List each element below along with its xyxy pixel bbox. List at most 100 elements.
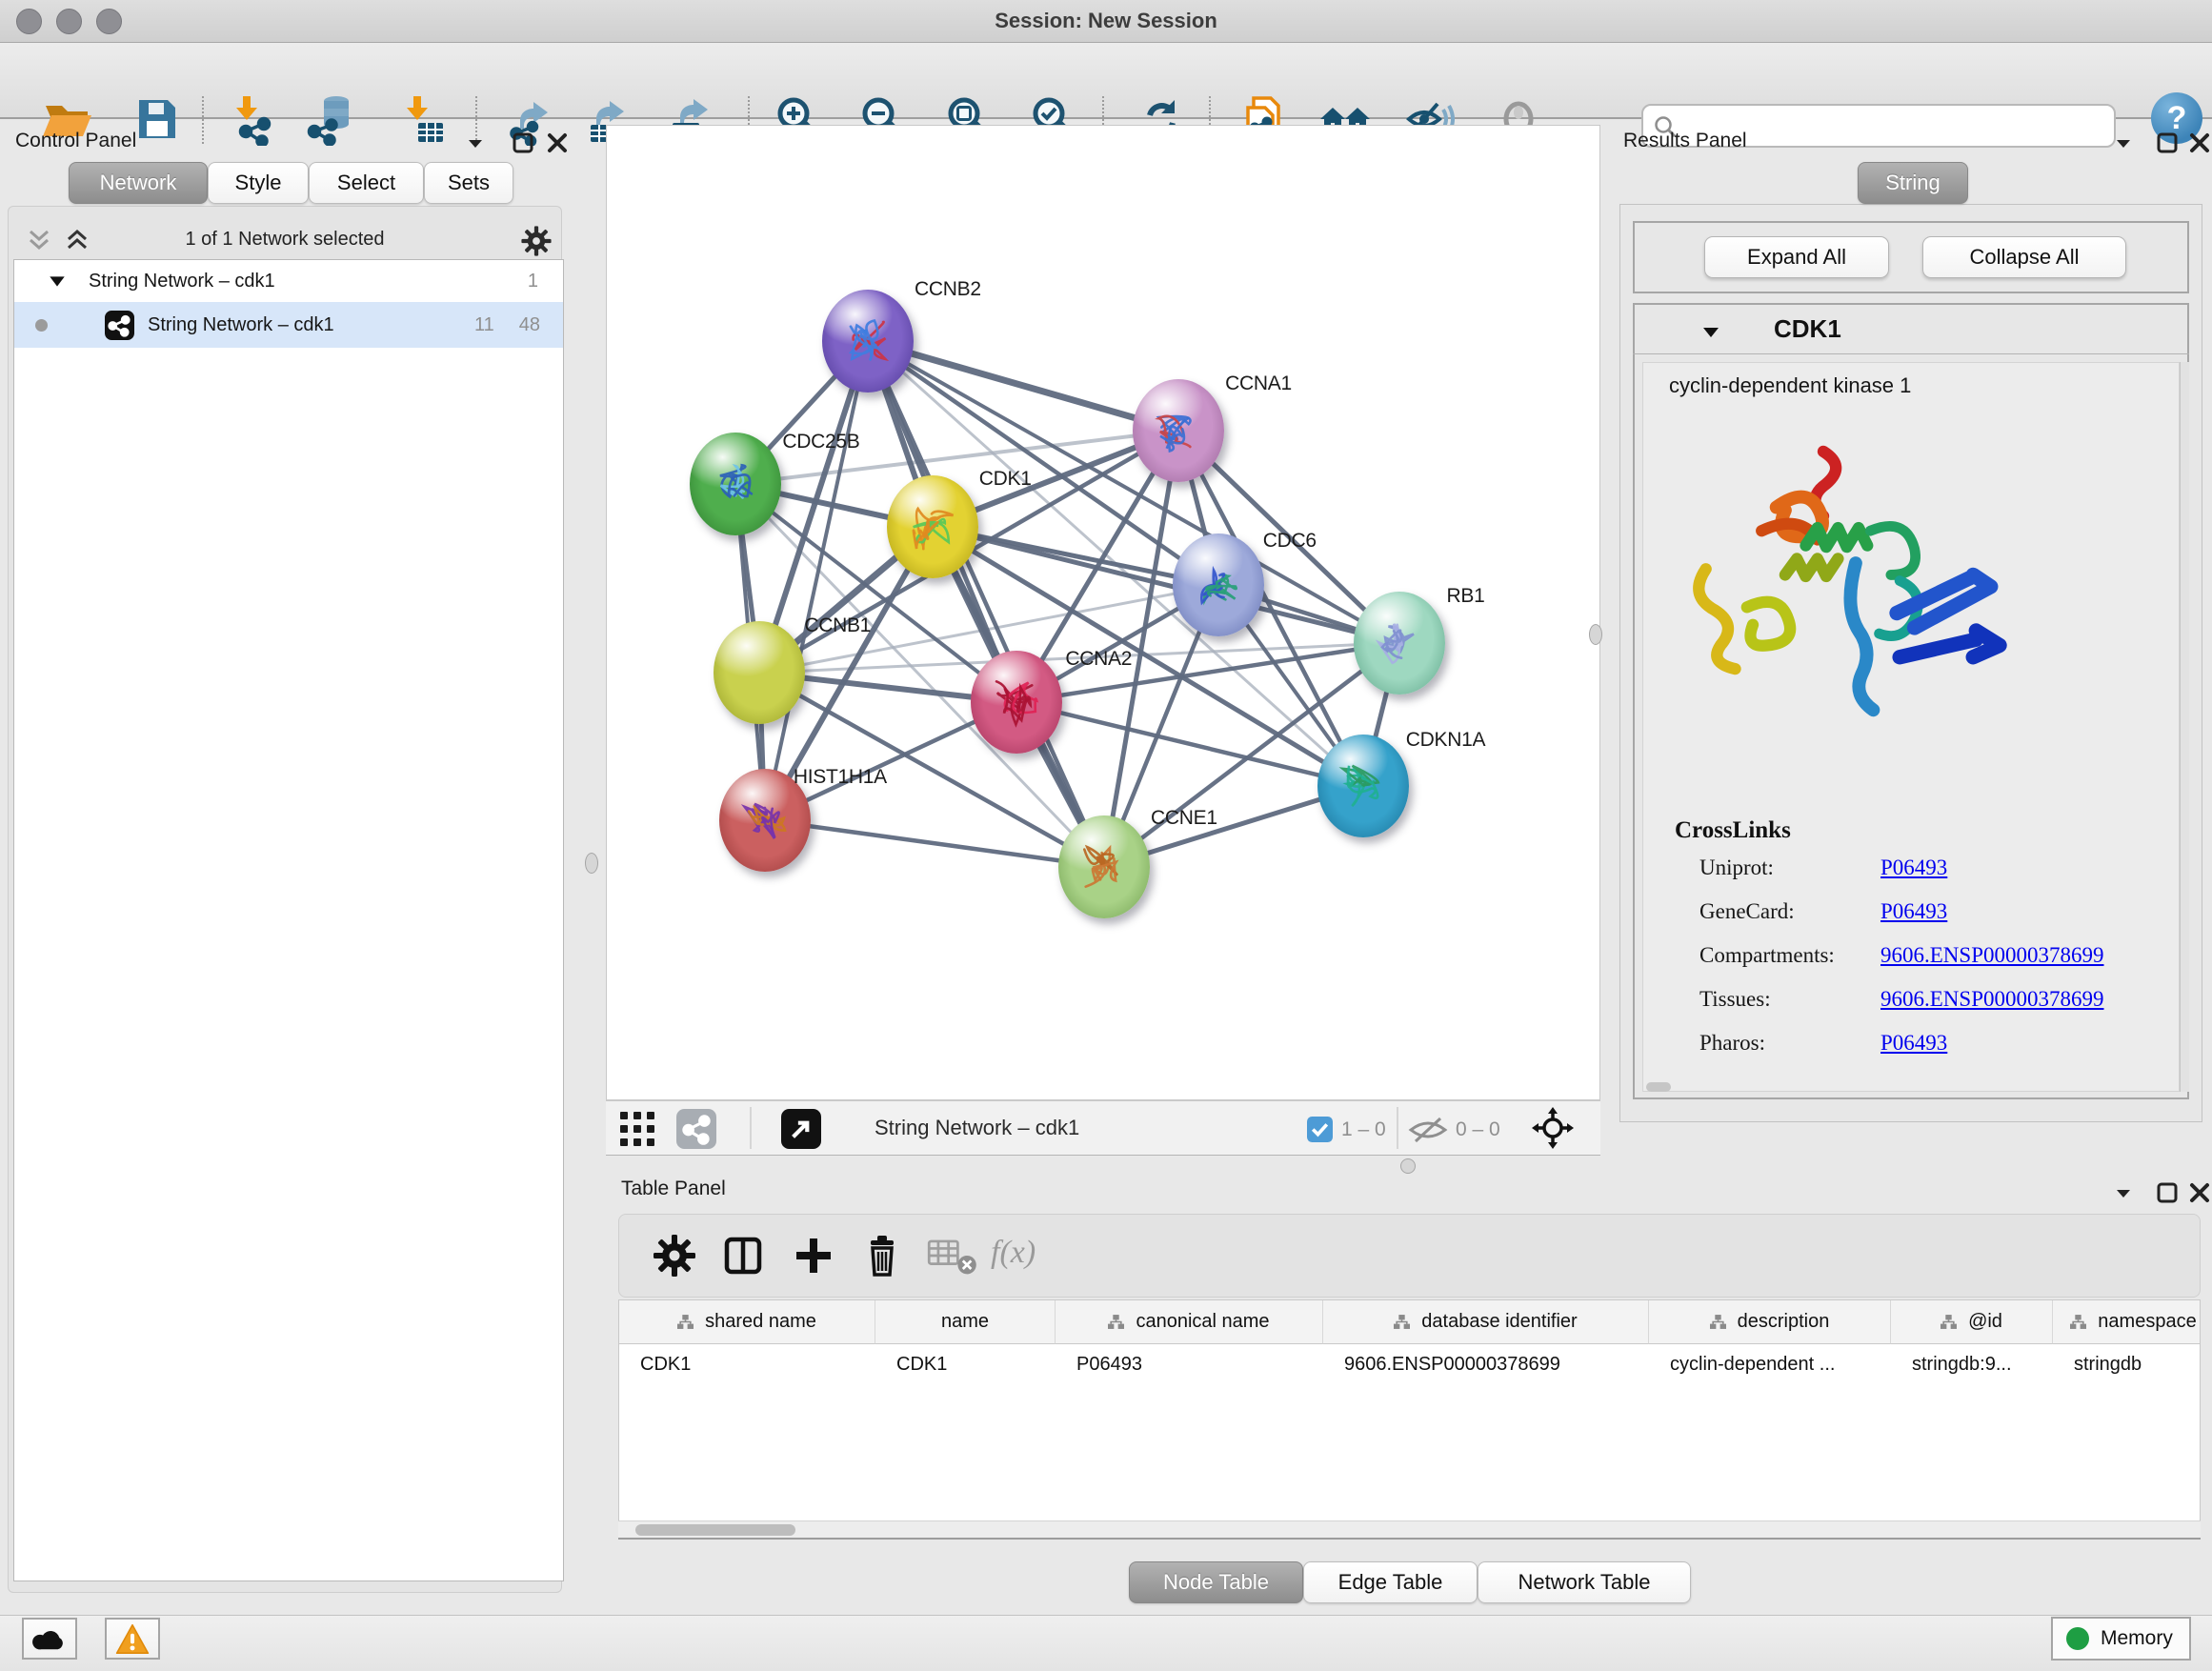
tab-node-table[interactable]: Node Table	[1129, 1561, 1303, 1603]
tab-network[interactable]: Network	[69, 162, 208, 204]
table-cell[interactable]: cyclin-dependent ...	[1649, 1344, 1891, 1384]
network-node-CDC6[interactable]	[1173, 534, 1264, 636]
table-cell[interactable]: stringdb:9...	[1891, 1344, 2053, 1384]
node-table: shared nameCDK1nameCDK1canonical nameP06…	[618, 1299, 2201, 1540]
memory-label: Memory	[2101, 1627, 2173, 1650]
network-node-label: CCNA1	[1225, 372, 1292, 395]
float-panel-icon[interactable]	[511, 131, 535, 155]
network-node-RB1[interactable]	[1354, 592, 1445, 695]
network-share-view-icon[interactable]	[676, 1109, 716, 1149]
column-header-database-identifier[interactable]: database identifier	[1323, 1300, 1649, 1344]
bottom-splitter-handle[interactable]	[1400, 1158, 1416, 1174]
column-header-canonical-name[interactable]: canonical name	[1056, 1300, 1323, 1344]
results-scrollbar[interactable]	[2180, 362, 2189, 1092]
control-panel-title: Control Panel	[15, 130, 136, 152]
column-header-name[interactable]: name	[875, 1300, 1056, 1344]
warnings-button[interactable]	[105, 1618, 160, 1660]
network-edges[interactable]	[607, 126, 1599, 1099]
crosslink-link[interactable]: P06493	[1880, 856, 1947, 880]
crosslink-link[interactable]: 9606.ENSP00000378699	[1880, 943, 2104, 968]
tab-sets[interactable]: Sets	[424, 162, 513, 204]
results-hscroll-thumb[interactable]	[1646, 1082, 1671, 1092]
network-tree-child-row[interactable]: String Network – cdk1 11 48	[14, 302, 563, 348]
network-node-CDK1[interactable]	[887, 475, 978, 578]
cloud-icon	[31, 1626, 68, 1651]
section-expander-icon[interactable]	[1699, 320, 1723, 345]
tree-expander-icon[interactable]	[49, 275, 66, 288]
tab-network-table[interactable]: Network Table	[1478, 1561, 1691, 1603]
string-app-icon	[105, 311, 134, 340]
network-node-CDC25B[interactable]	[690, 433, 781, 535]
function-builder-icon: f(x)	[991, 1235, 1036, 1271]
column-header-shared-name[interactable]: shared name	[619, 1300, 875, 1344]
collapse-panel-icon[interactable]	[2111, 1181, 2136, 1206]
close-panel-icon[interactable]	[2187, 131, 2212, 155]
results-panel-title: Results Panel	[1623, 130, 1747, 152]
left-splitter-handle[interactable]	[585, 853, 598, 874]
tab-select[interactable]: Select	[309, 162, 424, 204]
grid-view-icon[interactable]	[620, 1112, 654, 1146]
birds-eye-view-icon[interactable]	[781, 1109, 821, 1149]
expand-all-button[interactable]: Expand All	[1704, 236, 1889, 278]
protein-thumbnail	[707, 453, 764, 516]
table-cell[interactable]: stringdb	[2053, 1344, 2201, 1384]
column-header-namespace[interactable]: namespace	[2053, 1300, 2201, 1344]
close-panel-icon[interactable]	[545, 131, 570, 155]
network-view-toolbar	[606, 1100, 1600, 1156]
crosslinks-heading: CrossLinks	[1675, 817, 1791, 844]
column-type-icon	[1710, 1314, 1726, 1330]
network-canvas[interactable]: CCNB2CCNA1CDC25BCDK1CDC6RB1CCNB1CCNA2CDK…	[606, 125, 1600, 1100]
table-hscrollbar[interactable]	[618, 1520, 2201, 1538]
delete-table-icon	[926, 1233, 979, 1278]
crosshair-icon[interactable]	[1532, 1107, 1574, 1149]
edge-count: 48	[519, 314, 540, 336]
table-hscroll-thumb[interactable]	[635, 1524, 795, 1536]
network-node-CCNE1[interactable]	[1058, 815, 1150, 918]
column-header-description[interactable]: description	[1649, 1300, 1891, 1344]
collapse-all-button[interactable]: Collapse All	[1922, 236, 2126, 278]
table-cell[interactable]: 9606.ENSP00000378699	[1323, 1344, 1649, 1384]
delete-column-icon[interactable]	[859, 1233, 905, 1278]
tab-string[interactable]: String	[1858, 162, 1968, 204]
network-node-label: HIST1H1A	[794, 766, 887, 789]
selected-checkbox-icon[interactable]	[1307, 1117, 1333, 1142]
network-options-gear-icon[interactable]	[520, 225, 553, 257]
column-header--id[interactable]: @id	[1891, 1300, 2053, 1344]
network-node-CCNA2[interactable]	[971, 651, 1062, 754]
table-cell[interactable]: CDK1	[619, 1344, 875, 1384]
protein-thumbnail	[1371, 613, 1428, 675]
crosslink-link[interactable]: 9606.ENSP00000378699	[1880, 987, 2104, 1012]
memory-button[interactable]: Memory	[2051, 1617, 2191, 1661]
collapse-panel-icon[interactable]	[2111, 131, 2136, 156]
node-count: 11	[474, 314, 494, 336]
table-cell[interactable]: CDK1	[875, 1344, 1056, 1384]
add-column-icon[interactable]	[791, 1233, 836, 1278]
network-node-CCNB2[interactable]	[822, 290, 914, 393]
network-tree-root-row[interactable]: String Network – cdk1 1	[14, 260, 563, 302]
network-node-label: CDKN1A	[1406, 729, 1485, 752]
network-node-CCNA1[interactable]	[1133, 379, 1224, 482]
cloud-button[interactable]	[22, 1618, 77, 1660]
network-node-CDKN1A[interactable]	[1317, 735, 1409, 837]
right-splitter-handle[interactable]	[1589, 624, 1602, 645]
tab-style[interactable]: Style	[208, 162, 309, 204]
table-options-gear-icon[interactable]	[652, 1233, 697, 1278]
crosslink-label: Tissues:	[1699, 987, 1771, 1012]
tab-edge-table[interactable]: Edge Table	[1303, 1561, 1478, 1603]
column-header-label: shared name	[705, 1311, 816, 1333]
show-columns-icon[interactable]	[720, 1233, 766, 1278]
memory-status-dot	[2066, 1627, 2089, 1650]
protein-thumbnail	[736, 790, 794, 853]
crosslink-link[interactable]: P06493	[1880, 899, 1947, 924]
collapse-panel-icon[interactable]	[463, 131, 488, 156]
collection-count: 1	[528, 271, 538, 292]
float-panel-icon[interactable]	[2155, 1180, 2180, 1205]
crosslink-link[interactable]: P06493	[1880, 1031, 1947, 1056]
toolbar-separator	[750, 1107, 752, 1149]
column-type-icon	[677, 1314, 694, 1330]
protein-structure-image	[1682, 429, 2035, 762]
warning-icon	[115, 1623, 150, 1655]
table-cell[interactable]: P06493	[1056, 1344, 1323, 1384]
close-panel-icon[interactable]	[2187, 1180, 2212, 1205]
float-panel-icon[interactable]	[2155, 131, 2180, 155]
